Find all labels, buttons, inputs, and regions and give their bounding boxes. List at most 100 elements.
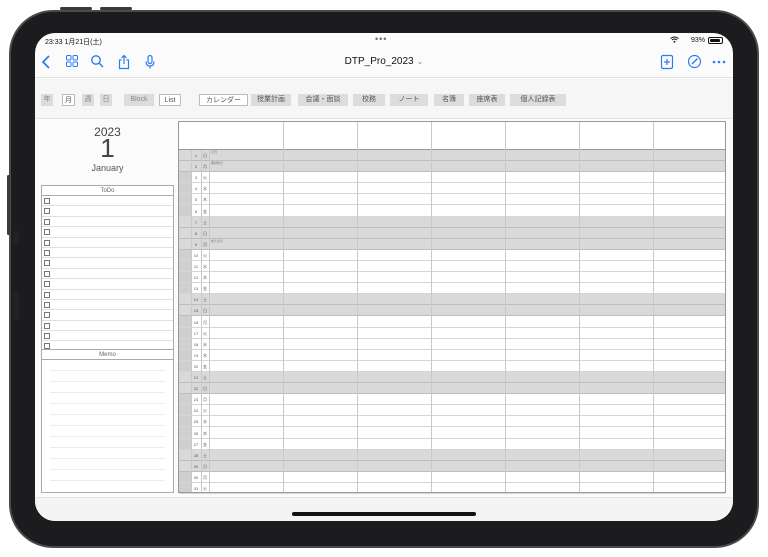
todo-item[interactable] (42, 227, 173, 238)
calendar-row[interactable]: 19 木 (179, 350, 725, 361)
todo-item[interactable] (42, 331, 173, 342)
todo-section: ToDo (41, 185, 174, 352)
calendar-row[interactable]: 20 金 (179, 361, 725, 372)
todo-item[interactable] (42, 290, 173, 300)
calendar-row[interactable]: 10 火 (179, 250, 725, 261)
todo-item[interactable] (42, 321, 173, 332)
checkbox-icon[interactable] (44, 270, 50, 277)
weekday-cell: 土 (203, 452, 207, 458)
calendar-row[interactable]: 6金 (179, 206, 725, 217)
calendar-row[interactable]: 13 金 (179, 283, 725, 295)
todo-item[interactable] (42, 258, 173, 269)
calendar-row[interactable]: 15 日 (179, 305, 725, 317)
checkbox-icon[interactable] (44, 291, 50, 298)
calendar-row[interactable]: 26 木 (179, 428, 725, 439)
tab-lesson-plan[interactable]: 授業計画 (251, 94, 291, 106)
multitasking-dots[interactable]: ••• (375, 34, 387, 44)
calendar-row[interactable]: 11 水 (179, 261, 725, 273)
checkbox-icon[interactable] (44, 312, 50, 319)
calendar-row[interactable]: 23 月 (179, 394, 725, 406)
memo-line (50, 437, 165, 448)
todo-item[interactable] (42, 279, 173, 290)
checkbox-icon[interactable] (44, 322, 50, 329)
calendar-row[interactable]: 7土 (179, 216, 725, 228)
checkbox-icon[interactable] (44, 333, 50, 340)
tab-personal-record[interactable]: 個人記録表 (510, 94, 566, 106)
weekday-cell: 水 (203, 186, 207, 192)
calendar-row[interactable]: 3火 (179, 172, 725, 184)
weekday-cell: 月 (203, 241, 207, 247)
calendar-row[interactable]: 21 土 (179, 372, 725, 384)
calendar-row[interactable]: 30 月 (179, 472, 725, 483)
checkbox-icon[interactable] (44, 301, 50, 308)
tab-day[interactable]: 日 (100, 94, 112, 106)
tab-roster[interactable]: 名簿 (434, 94, 464, 106)
memo-line (50, 371, 165, 382)
todo-item[interactable] (42, 300, 173, 311)
tab-year[interactable]: 年 (41, 94, 53, 106)
todo-item[interactable] (42, 310, 173, 321)
calendar-row[interactable]: 29 日 (179, 460, 725, 472)
calendar-row[interactable]: 31 火 (179, 483, 725, 495)
tab-month[interactable]: 月 (62, 94, 75, 106)
checkbox-icon[interactable] (44, 239, 50, 246)
checkbox-icon[interactable] (44, 229, 50, 236)
side-button (7, 175, 10, 235)
add-page-icon[interactable] (659, 54, 675, 70)
weekday-cell: 水 (203, 341, 207, 347)
tab-notes[interactable]: ノート (390, 94, 428, 106)
day-number-cell: 12 (193, 275, 199, 281)
markup-icon[interactable] (686, 54, 702, 70)
calendar-row[interactable]: 22 日 (179, 383, 725, 395)
todo-item[interactable] (42, 217, 173, 228)
tab-calendar[interactable]: カレンダー (199, 94, 248, 106)
document-title[interactable]: DTP_Pro_2023 ⌄ (35, 56, 733, 67)
checkbox-icon[interactable] (44, 249, 50, 256)
calendar-row[interactable]: 1 日元日 (179, 150, 725, 162)
left-panel: 2023 1 January ToDo Memo (41, 121, 174, 493)
status-bar: 23:33 1月21日(土) ••• 93% (35, 33, 733, 47)
calendar-row[interactable]: 2 月振替休日 (179, 161, 725, 173)
todo-item[interactable] (42, 269, 173, 280)
calendar-row[interactable]: 12 木 (179, 272, 725, 284)
memo-line (50, 360, 165, 371)
calendar-row[interactable]: 4水 (179, 183, 725, 195)
checkbox-icon[interactable] (44, 260, 50, 267)
calendar-row[interactable]: 27 金 (179, 439, 725, 450)
day-number-cell: 23 (193, 397, 199, 403)
checkbox-icon[interactable] (44, 218, 50, 225)
calendar-row[interactable]: 28 土 (179, 449, 725, 461)
calendar-row[interactable]: 25 水 (179, 416, 725, 428)
calendar-row[interactable]: 5木 (179, 194, 725, 206)
calendar-row[interactable]: 16 月 (179, 317, 725, 328)
calendar-row[interactable]: 14 土 (179, 294, 725, 306)
calendar-row[interactable]: 17 火 (179, 328, 725, 339)
calendar-row[interactable]: 9 月成人の日 (179, 238, 725, 250)
calendar-row[interactable]: 24 火 (179, 405, 725, 417)
wifi-icon (670, 36, 679, 45)
tab-list[interactable]: List (159, 94, 181, 106)
calendar-row[interactable]: 18 水 (179, 339, 725, 350)
tab-seating[interactable]: 座席表 (469, 94, 505, 106)
tab-meeting[interactable]: 会議・面談 (298, 94, 348, 106)
tab-week[interactable]: 週 (82, 94, 94, 106)
home-indicator[interactable] (292, 512, 476, 516)
checkbox-icon[interactable] (44, 198, 50, 204)
more-icon[interactable] (711, 54, 727, 70)
column-divider (653, 122, 654, 492)
status-right: 93% (670, 36, 723, 45)
memo-line (50, 426, 165, 437)
checkbox-icon[interactable] (44, 343, 50, 350)
memo-title: Memo (42, 350, 173, 360)
tab-school-affairs[interactable]: 校務 (353, 94, 385, 106)
tab-block[interactable]: Block (124, 94, 154, 106)
day-number-cell: 20 (193, 363, 199, 369)
calendar-row[interactable]: 8日 (179, 227, 725, 239)
checkbox-icon[interactable] (44, 281, 50, 288)
todo-item[interactable] (42, 206, 173, 217)
todo-item[interactable] (42, 248, 173, 259)
todo-item[interactable] (42, 238, 173, 248)
todo-item[interactable] (42, 196, 173, 207)
memo-section[interactable]: Memo (41, 350, 174, 493)
checkbox-icon[interactable] (44, 208, 50, 215)
